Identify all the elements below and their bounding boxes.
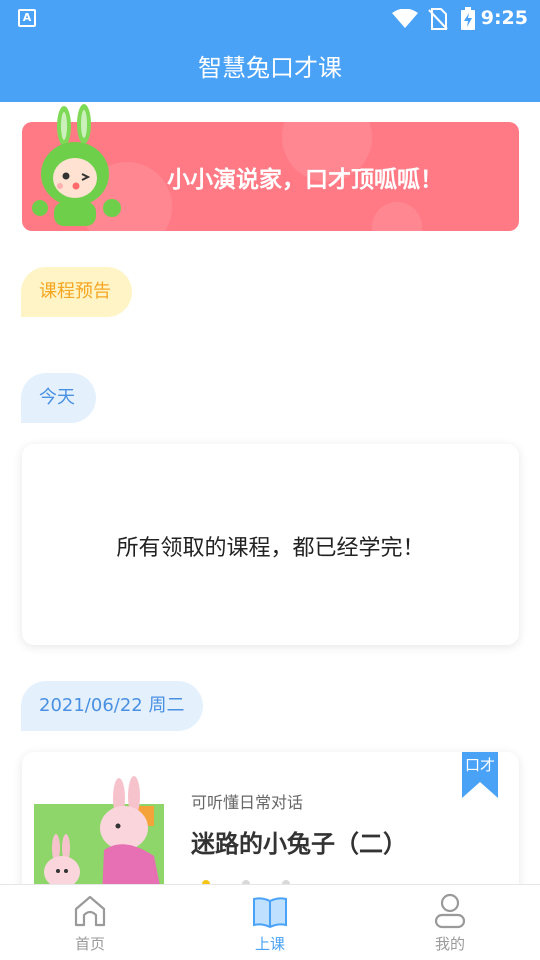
status-bar: A 9:25 [0,0,540,36]
battery-charging-icon [461,7,475,30]
tab-class-label: 上课 [254,935,285,953]
book-icon [253,897,287,929]
bottom-tab-bar: 首页 上课 我的 [0,884,540,960]
no-sim-icon [428,8,448,30]
course-tag-label: 口才 [464,756,495,774]
empty-state-card: 所有领取的课程，都已经学完！ [22,444,519,645]
course-preview-label: 课程预告 [21,267,132,317]
app-notification-icon: A [18,9,36,27]
course-thumbnail [34,776,164,896]
course-subtitle: 可听懂日常对话 [191,793,304,812]
tab-profile-label: 我的 [434,935,465,953]
banner-slogan: 小小演说家，口才顶呱呱！ [167,167,443,193]
course-title: 迷路的小兔子（二） [191,830,407,858]
tab-home[interactable]: 首页 [0,885,180,960]
wifi-icon [392,9,418,28]
bunny-mascot-icon [32,104,121,226]
tab-profile[interactable]: 我的 [360,885,540,960]
course-tag: 口才 [462,752,498,798]
tab-home-label: 首页 [74,935,105,953]
empty-state-message: 所有领取的课程，都已经学完！ [116,536,425,561]
date-label: 2021/06/22 周二 [21,681,203,731]
page-title: 智慧兔口才课 [0,36,540,102]
banner-decor-circle [372,202,422,231]
today-label: 今天 [21,373,96,423]
tab-class[interactable]: 上课 [180,885,360,960]
profile-icon [434,893,466,929]
home-icon [74,895,106,927]
status-time: 9:25 [480,7,528,29]
